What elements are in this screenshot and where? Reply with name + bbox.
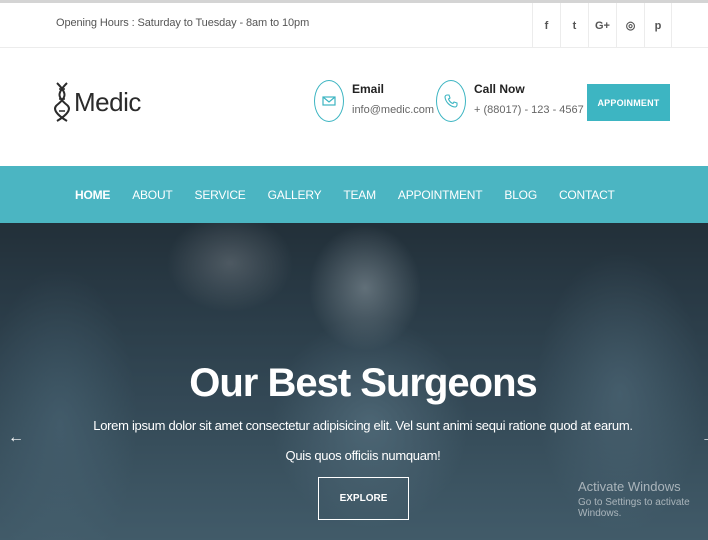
nav-item-service[interactable]: SERVICE: [195, 188, 246, 202]
arrow-right-icon[interactable]: →: [701, 429, 708, 447]
email-icon-circle: [314, 80, 344, 122]
instagram-icon[interactable]: ◎: [616, 3, 644, 48]
twitter-icon[interactable]: t: [560, 3, 588, 48]
top-info-bar: Opening Hours : Saturday to Tuesday - 8a…: [0, 3, 708, 48]
nav-item-team[interactable]: TEAM: [343, 188, 376, 202]
phone-icon: [444, 94, 458, 108]
call-contact: Call Now + (88017) - 123 - 4567: [436, 80, 584, 122]
site-header: Medic Email info@medic.com Call Now + (8…: [0, 48, 708, 166]
facebook-icon[interactable]: f: [532, 3, 560, 48]
google-plus-icon[interactable]: G+: [588, 3, 616, 48]
opening-hours: Opening Hours : Saturday to Tuesday - 8a…: [56, 17, 310, 29]
email-title: Email: [352, 82, 385, 96]
nav-item-contact[interactable]: CONTACT: [559, 188, 615, 202]
nav-item-home[interactable]: HOME: [75, 188, 110, 202]
activate-windows-watermark: Activate Windows Go to Settings to activ…: [578, 479, 708, 519]
watermark-title: Activate Windows: [578, 479, 681, 494]
phone-icon-circle: [436, 80, 466, 122]
logo-text: Medic: [74, 86, 141, 117]
hero-title: Our Best Surgeons: [189, 361, 538, 405]
explore-button[interactable]: EXPLORE: [318, 477, 409, 520]
envelope-icon: [322, 96, 336, 106]
social-links: f t G+ ◎ p: [532, 3, 672, 48]
hero-description: Lorem ipsum dolor sit amet consectetur a…: [93, 418, 633, 433]
pinterest-icon[interactable]: p: [644, 3, 672, 48]
nav-item-blog[interactable]: BLOG: [504, 188, 537, 202]
main-nav: HOME ABOUT SERVICE GALLERY TEAM APPOINTM…: [0, 166, 708, 223]
nav-item-gallery[interactable]: GALLERY: [268, 188, 322, 202]
call-title: Call Now: [474, 82, 525, 96]
nav-item-appointment[interactable]: APPOINTMENT: [398, 188, 483, 202]
appointment-button[interactable]: APPOINMENT: [587, 84, 670, 121]
call-value[interactable]: + (88017) - 123 - 4567: [474, 104, 584, 116]
email-value[interactable]: info@medic.com: [352, 104, 434, 116]
email-contact: Email info@medic.com: [314, 80, 434, 122]
hero-description-2: Quis quos officiis numquam!: [285, 448, 441, 463]
watermark-subtitle: Go to Settings to activate Windows.: [578, 497, 690, 519]
site-logo[interactable]: Medic: [54, 81, 141, 123]
dna-icon: [54, 82, 70, 122]
nav-item-about[interactable]: ABOUT: [132, 188, 173, 202]
